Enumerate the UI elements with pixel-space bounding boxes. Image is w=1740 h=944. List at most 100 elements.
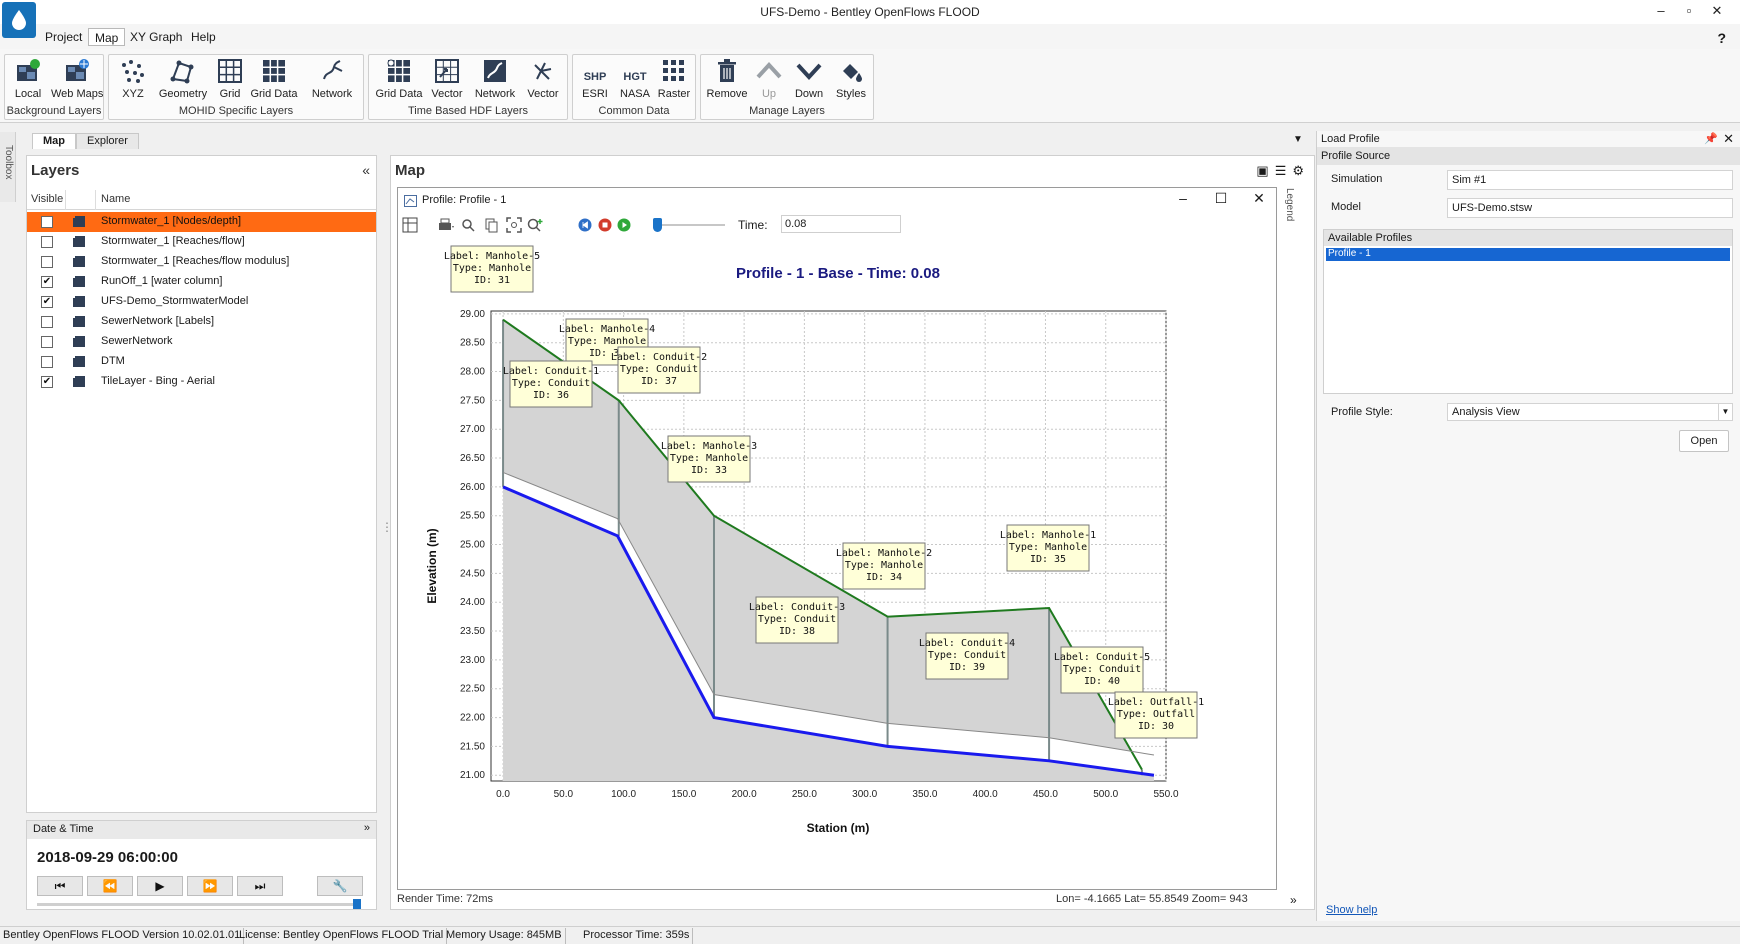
model-field[interactable]: UFS-Demo.stsw (1447, 198, 1733, 218)
menu-project[interactable]: Project (39, 28, 88, 46)
layer-row[interactable]: ✔ UFS-Demo_StormwaterModel (27, 292, 376, 312)
hdf-network-button[interactable]: Network (469, 57, 521, 103)
layer-visibility-checkbox[interactable]: ✔ (41, 276, 53, 288)
down-button[interactable]: Down (789, 57, 829, 103)
layer-row[interactable]: ✔ RunOff_1 [water column] (27, 272, 376, 292)
layer-row[interactable]: Stormwater_1 [Reaches/flow] (27, 232, 376, 252)
first-step-button[interactable]: ⏮ (37, 876, 83, 896)
help-icon[interactable]: ? (1717, 30, 1726, 46)
raster-button[interactable]: Raster (655, 57, 693, 103)
network-button[interactable]: Network (305, 57, 359, 103)
last-step-button[interactable]: ⏭ (237, 876, 283, 896)
vector-arrows-icon (534, 62, 552, 80)
tab-map[interactable]: Map (32, 133, 76, 149)
column-name[interactable]: Name (101, 193, 130, 205)
web-maps-button[interactable]: Web Maps (51, 57, 103, 103)
grid-data-button[interactable]: Grid Data (249, 57, 299, 103)
menu-map[interactable]: Map (88, 28, 126, 46)
print-icon[interactable] (436, 217, 456, 233)
collapse-right-icon[interactable]: » (1290, 893, 1297, 907)
layer-row[interactable]: DTM (27, 352, 376, 372)
time-slider-track[interactable] (37, 903, 355, 906)
time-slider-thumb[interactable] (353, 899, 361, 909)
column-visible[interactable]: Visible (31, 193, 63, 205)
annotation-id: ID: 36 (533, 390, 569, 401)
minimize-button[interactable]: – (1650, 2, 1672, 20)
layer-name: SewerNetwork [Labels] (101, 315, 215, 327)
nasa-button[interactable]: HGT NASA (615, 57, 655, 103)
profile-time-slider-track[interactable] (655, 224, 725, 226)
profile-time-slider-thumb[interactable] (653, 218, 662, 232)
layer-visibility-checkbox[interactable] (41, 256, 53, 268)
hdf-vector-button[interactable]: Vector (427, 57, 467, 103)
x-tick-label: 250.0 (792, 789, 817, 800)
open-button[interactable]: Open (1679, 430, 1729, 452)
annotation-label: Label: Manhole-3 (661, 441, 757, 452)
layer-row[interactable]: ✔ TileLayer - Bing - Aerial (27, 372, 376, 392)
previous-step-button[interactable]: ⏪ (87, 876, 133, 896)
maximize-button[interactable]: ▫ (1678, 2, 1700, 20)
layers-stack-icon[interactable]: ☰ (1275, 163, 1293, 178)
play-icon[interactable] (617, 218, 631, 232)
profile-minimize-button[interactable]: – (1168, 190, 1198, 206)
zoom-in-icon[interactable] (526, 217, 544, 233)
local-button[interactable]: Local (9, 57, 47, 103)
rewind-icon[interactable] (578, 218, 592, 232)
y-tick-label: 22.00 (460, 713, 485, 724)
layer-row[interactable]: SewerNetwork (27, 332, 376, 352)
print-preview-icon[interactable] (460, 217, 480, 233)
profile-close-button[interactable]: ✕ (1244, 190, 1274, 207)
layer-row[interactable]: Stormwater_1 [Reaches/flow modulus] (27, 252, 376, 272)
collapse-left-icon[interactable]: « (362, 162, 370, 178)
zoom-fit-icon[interactable] (506, 217, 522, 233)
esri-button[interactable]: SHP ESRI (577, 57, 613, 103)
show-help-link[interactable]: Show help (1326, 904, 1377, 916)
image-icon[interactable]: ▣ (1256, 163, 1274, 178)
settings-grid-icon[interactable] (402, 217, 418, 233)
layer-visibility-checkbox[interactable]: ✔ (41, 376, 53, 388)
profile-list-item[interactable]: Profile - 1 (1326, 248, 1730, 261)
layer-visibility-checkbox[interactable] (41, 236, 53, 248)
ribbon-group-mohid-layers: XYZ Geometry Grid Grid Data Network MOHI… (108, 54, 364, 120)
layer-row[interactable]: SewerNetwork [Labels] (27, 312, 376, 332)
tab-explorer[interactable]: Explorer (76, 133, 139, 149)
gear-icon[interactable]: ⚙ (1292, 163, 1310, 178)
collapse-down-icon[interactable]: » (364, 822, 370, 834)
xyz-button[interactable]: XYZ (115, 57, 151, 103)
vector-grid-icon (435, 59, 459, 83)
close-panel-icon[interactable]: ✕ (1723, 131, 1734, 147)
close-button[interactable]: ✕ (1706, 2, 1728, 20)
chevron-down-icon[interactable]: ▼ (1718, 404, 1732, 420)
vector-arrows-button[interactable]: Vector (523, 57, 563, 103)
legend-tab[interactable]: Legend (1283, 188, 1297, 248)
current-datetime: 2018-09-29 06:00:00 (37, 849, 178, 866)
app-logo-icon[interactable] (2, 2, 36, 38)
profile-window: Profile: Profile - 1 – ☐ ✕ Time: 0.08 0.… (397, 187, 1277, 890)
layer-visibility-checkbox[interactable] (41, 216, 53, 228)
stop-icon[interactable] (598, 218, 612, 232)
up-button[interactable]: Up (751, 57, 787, 103)
time-input[interactable]: 0.08 (781, 215, 901, 233)
layer-visibility-checkbox[interactable] (41, 336, 53, 348)
menu-help[interactable]: Help (185, 28, 222, 46)
geometry-button[interactable]: Geometry (157, 57, 209, 103)
settings-wrench-button[interactable]: 🔧 (317, 876, 363, 896)
profile-maximize-button[interactable]: ☐ (1206, 190, 1236, 207)
layer-visibility-checkbox[interactable]: ✔ (41, 296, 53, 308)
profile-style-select[interactable]: Analysis View ▼ (1447, 403, 1733, 421)
hdf-grid-data-button[interactable]: Grid Data (375, 57, 423, 103)
remove-button[interactable]: Remove (705, 57, 749, 103)
grid-button[interactable]: Grid (213, 57, 247, 103)
annotation-type: Type: Conduit (758, 614, 836, 625)
layer-visibility-checkbox[interactable] (41, 356, 53, 368)
simulation-field[interactable]: Sim #1 (1447, 170, 1733, 190)
play-button[interactable]: ▶ (137, 876, 183, 896)
menu-xy-graph[interactable]: XY Graph (124, 28, 188, 46)
chevron-down-icon[interactable]: ▼ (1293, 134, 1303, 145)
next-step-button[interactable]: ⏩ (187, 876, 233, 896)
pin-icon[interactable]: 📌 (1704, 132, 1718, 145)
styles-button[interactable]: Styles (831, 57, 871, 103)
layer-row[interactable]: Stormwater_1 [Nodes/depth] (27, 212, 376, 232)
layer-visibility-checkbox[interactable] (41, 316, 53, 328)
copy-icon[interactable] (484, 217, 500, 233)
